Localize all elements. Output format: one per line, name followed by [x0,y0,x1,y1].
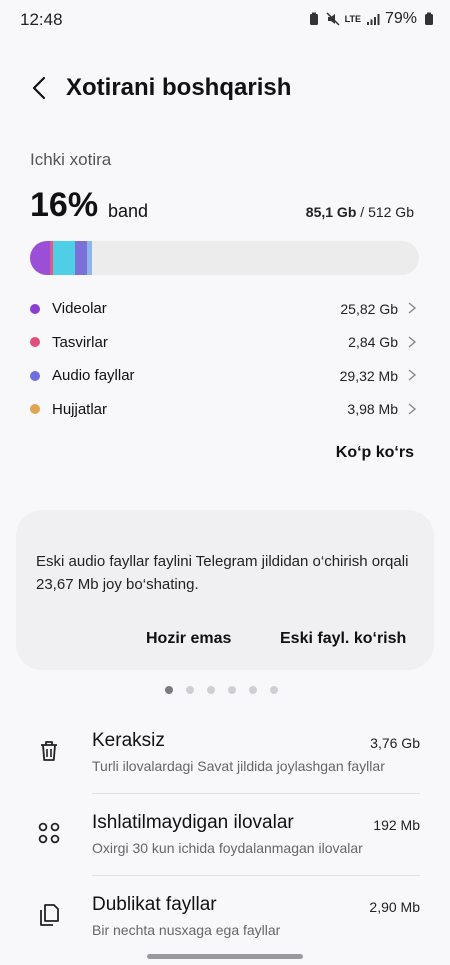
list-item-title: Keraksiz [92,730,165,751]
category-dot [30,303,40,314]
storage-separator: / [356,204,369,220]
list-item-subtitle: Bir nechta nusxaga ega fayllar [92,922,281,938]
suggestion-card: Eski audio fayllar faylini Telegram jild… [16,510,434,670]
bar-segment-video [30,241,50,275]
storage-usage-bar [30,241,419,275]
app-header: Xotirani boshqarish [0,70,450,110]
bar-segment-docs [75,241,87,275]
list-item-duplicates[interactable]: Dublikat fayllar Bir nechta nusxaga ega … [0,876,450,958]
category-name: Hujjatlar [52,400,108,418]
category-dot [30,337,40,348]
page-title: Xotirani boshqarish [66,74,292,101]
category-item-documents[interactable]: Hujjatlar 3,98 Mb [30,393,420,427]
bar-segment-audio [53,241,75,275]
storage-percent-suffix: band [108,201,149,221]
see-more-button[interactable]: Ko‘p ko‘rs [336,444,414,462]
list-item-unused-apps[interactable]: Ishlatilmaydigan ilovalar Oxirgi 30 kun … [0,794,450,876]
category-size: 2,84 Gb [348,334,398,351]
trash-icon [41,741,57,761]
category-item-audio[interactable]: Audio fayllar 29,32 Mb [30,359,420,393]
suggestion-message: Eski audio fayllar faylini Telegram jild… [36,553,409,593]
apps-grid-icon [38,822,60,844]
status-bar: 12:48 LTE 79% [0,0,450,40]
category-size: 29,32 Mb [339,367,398,384]
list-item-junk[interactable]: Keraksiz Turli ilovalardagi Savat jildid… [0,712,450,794]
card-pager [165,686,278,694]
list-item-size: 2,90 Mb [369,899,420,915]
chevron-right-icon [408,302,417,314]
list-item-title: Dublikat fayllar [92,894,217,915]
storage-used: 85,1 Gb [305,204,357,220]
storage-percent: 16% [30,186,99,224]
storage-usage: 85,1 Gb / 512 Gb [306,204,414,220]
category-dot [30,370,40,381]
status-time: 12:48 [20,10,63,29]
pager-dot[interactable] [207,686,215,694]
cleanup-list: Keraksiz Turli ilovalardagi Savat jildid… [0,712,450,958]
category-item-videos[interactable]: Videolar 25,82 Gb [30,292,420,326]
pager-dot[interactable] [165,686,173,694]
list-item-subtitle: Oxirgi 30 kun ichida foydalanmagan ilova… [92,840,363,856]
list-item-title: Ishlatilmaydigan ilovalar [92,812,294,833]
battery-icon [425,12,433,25]
category-item-images[interactable]: Tasvirlar 2,84 Gb [30,326,420,360]
signal-icon [366,14,380,25]
pager-dot[interactable] [270,686,278,694]
bar-segment-other [87,241,92,275]
battery-percent: 79% [384,10,417,27]
pager-dot[interactable] [249,686,257,694]
pager-dot[interactable] [186,686,194,694]
status-icons: LTE 79% [307,10,436,28]
chevron-right-icon [408,402,417,415]
not-now-button[interactable]: Hozir emas [146,630,231,648]
back-arrow-icon[interactable] [26,74,54,102]
view-old-files-button[interactable]: Eski fayl. ko‘rish [280,630,406,648]
network-type: LTE [344,14,361,24]
storage-label: Ichki xotira [30,150,112,169]
mute-icon [326,12,340,26]
category-size: 3,98 Mb [347,401,398,418]
category-name: Audio fayllar [52,367,135,385]
chevron-right-icon [408,335,417,348]
chevron-right-icon [408,369,417,381]
category-name: Tasvirlar [52,333,108,351]
category-size: 25,82 Gb [340,300,398,317]
category-list: Videolar 25,82 Gb Tasvirlar 2,84 Gb Audi… [30,292,420,426]
category-name: Videolar [52,300,107,318]
list-item-size: 3,76 Gb [370,735,420,751]
category-dot [30,404,40,415]
home-indicator [147,954,303,959]
pager-dot[interactable] [228,686,236,694]
battery-saver-icon [309,12,318,25]
storage-total: 512 Gb [368,204,414,220]
list-item-size: 192 Mb [373,817,420,833]
duplicate-files-icon [40,904,59,926]
list-item-subtitle: Turli ilovalardagi Savat jildida joylash… [92,758,385,774]
